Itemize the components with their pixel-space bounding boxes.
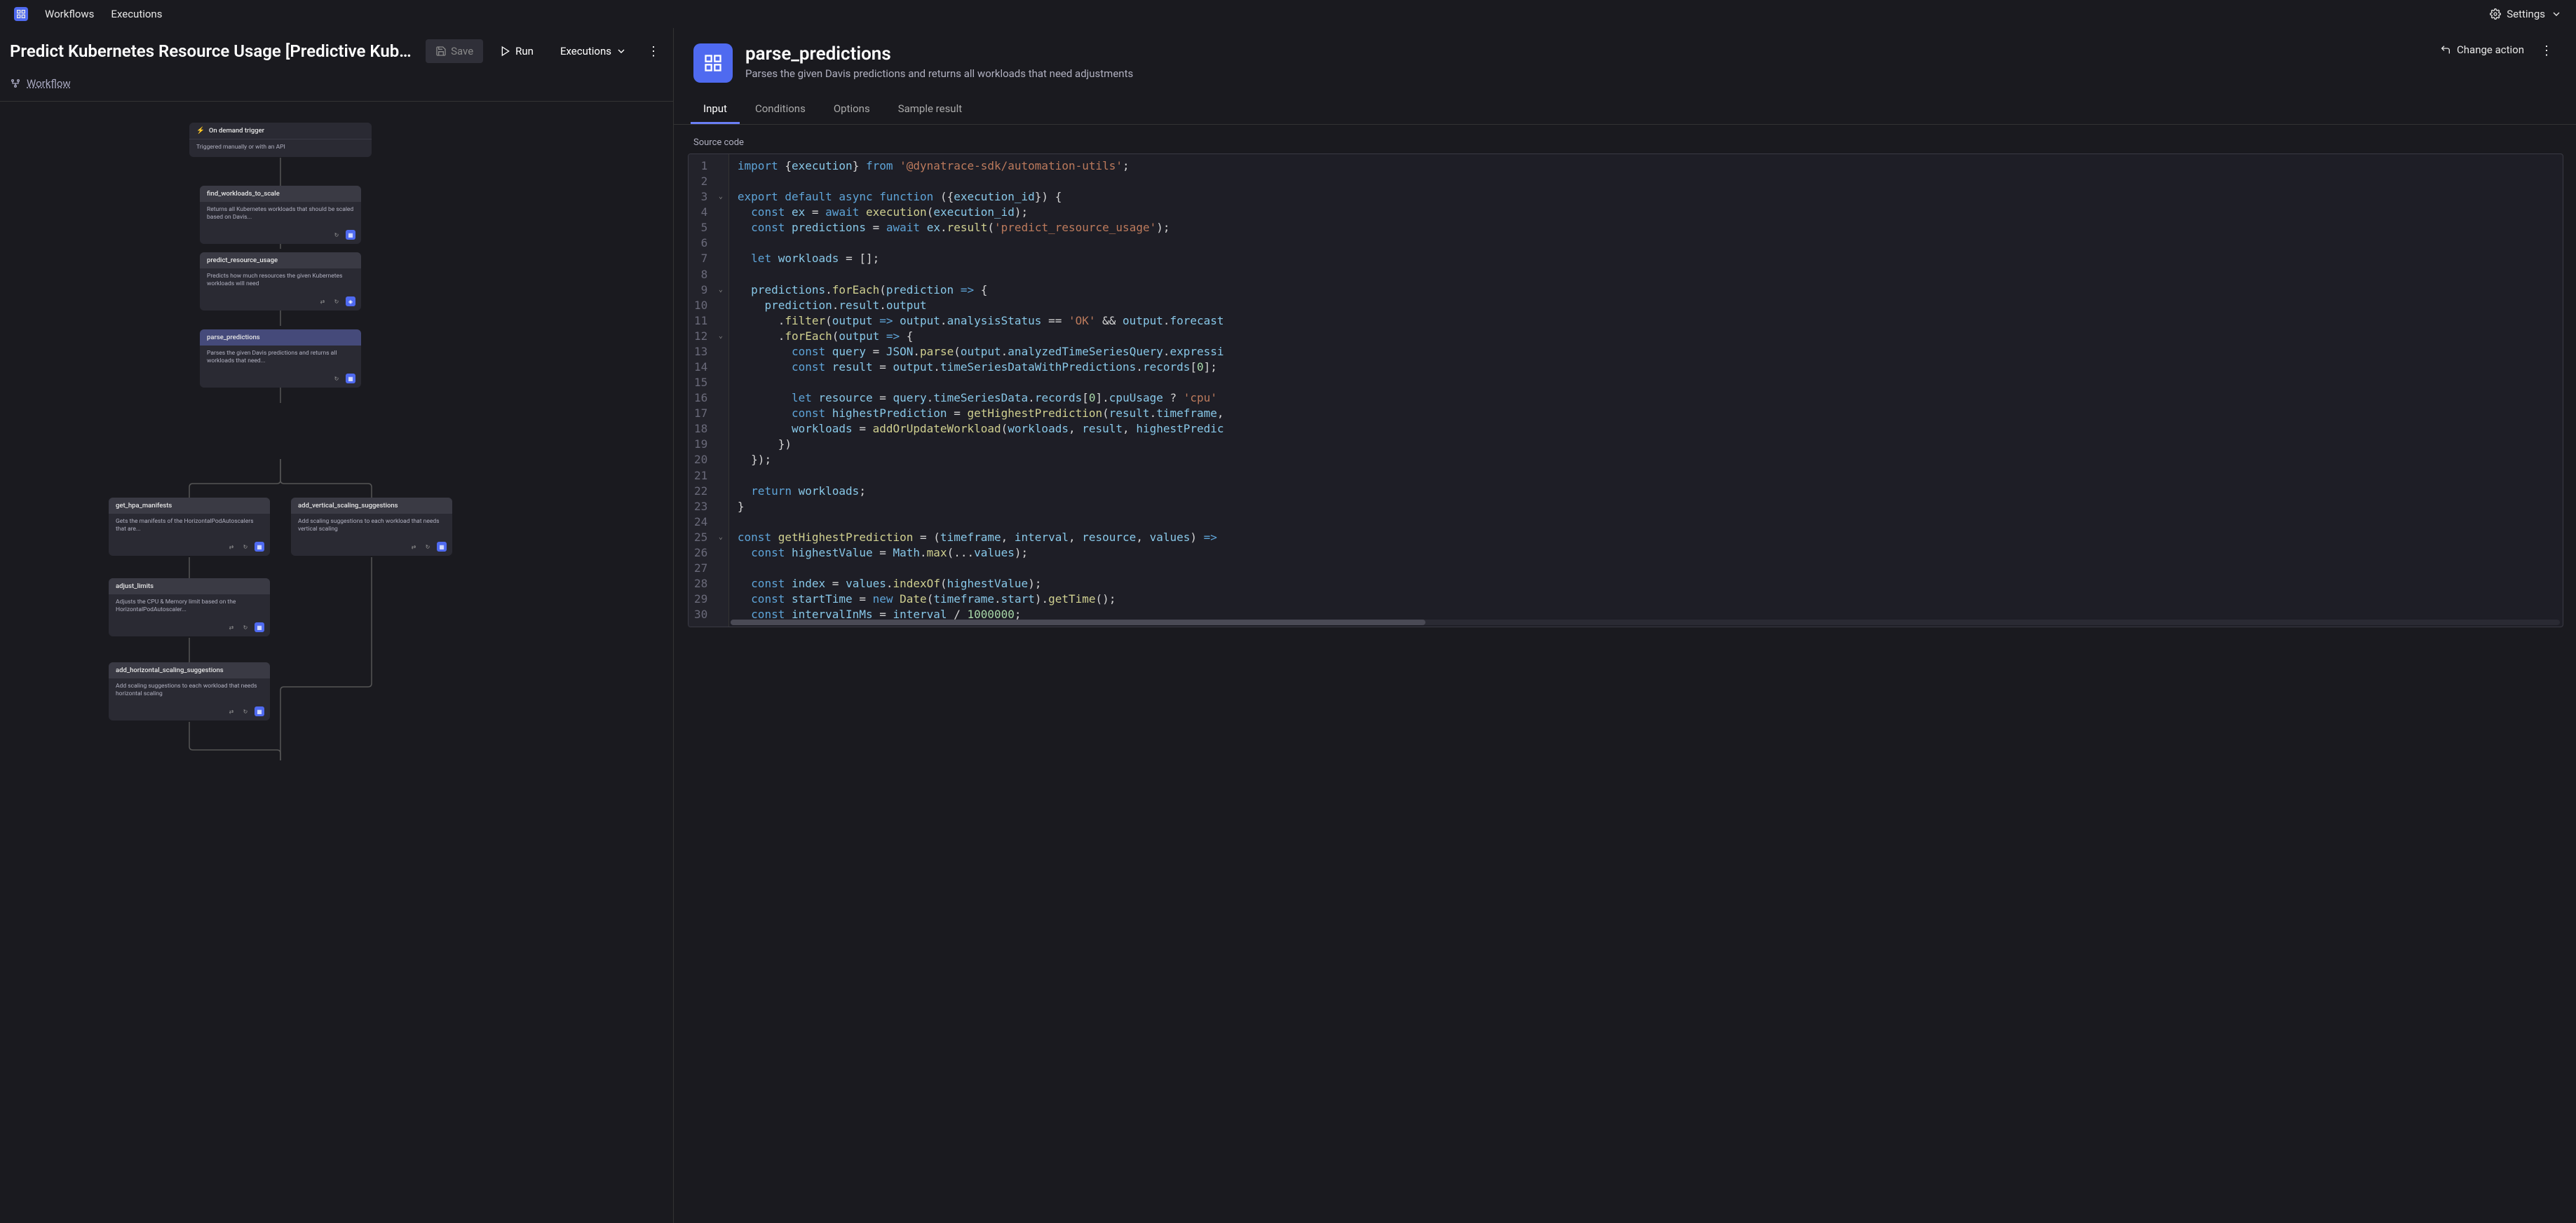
source-code-label: Source code bbox=[674, 125, 2576, 153]
retry-icon: ↻ bbox=[332, 296, 341, 306]
retry-icon: ↻ bbox=[240, 622, 250, 632]
nav-right: Settings bbox=[2490, 8, 2562, 20]
node-trigger[interactable]: ⚡On demand trigger Triggered manually or… bbox=[189, 123, 372, 157]
panel-more-button[interactable]: ⋮ bbox=[2537, 43, 2556, 58]
run-button[interactable]: Run bbox=[490, 39, 543, 63]
tab-conditions[interactable]: Conditions bbox=[743, 95, 818, 124]
change-action-button[interactable]: Change action bbox=[2440, 43, 2524, 56]
nav-workflows[interactable]: Workflows bbox=[45, 8, 94, 20]
horizontal-scrollbar[interactable] bbox=[731, 620, 2560, 625]
scrollbar-thumb[interactable] bbox=[731, 620, 1425, 625]
node-type-icon: ▦ bbox=[255, 542, 264, 552]
node-type-icon: ▦ bbox=[437, 542, 447, 552]
details-pane: parse_predictions Parses the given Davis… bbox=[673, 28, 2576, 1223]
save-button[interactable]: Save bbox=[426, 39, 483, 63]
workflow-pane: Predict Kubernetes Resource Usage [Predi… bbox=[0, 28, 673, 1223]
nav-executions[interactable]: Executions bbox=[111, 8, 162, 20]
retry-icon: ↻ bbox=[332, 374, 341, 383]
top-bar: Workflows Executions Settings bbox=[0, 0, 2576, 28]
retry-icon: ↻ bbox=[240, 706, 250, 716]
action-type-icon bbox=[693, 43, 733, 83]
panel-tabs: Input Conditions Options Sample result bbox=[674, 83, 2576, 125]
link-icon: ⇄ bbox=[409, 542, 419, 552]
node-type-icon: ▦ bbox=[255, 706, 264, 716]
node-adjust-limits[interactable]: adjust_limits Adjusts the CPU & Memory l… bbox=[109, 578, 270, 636]
panel-title: parse_predictions bbox=[745, 43, 2427, 64]
tab-sample-result[interactable]: Sample result bbox=[886, 95, 975, 124]
link-icon: ⇄ bbox=[226, 622, 236, 632]
gear-icon bbox=[2490, 8, 2501, 20]
nav-left: Workflows Executions bbox=[14, 7, 162, 21]
breadcrumb-workflow[interactable]: Workflow bbox=[27, 77, 71, 90]
link-icon: ⇄ bbox=[226, 706, 236, 716]
more-menu-button[interactable]: ⋮ bbox=[644, 44, 663, 59]
play-icon bbox=[500, 46, 511, 57]
panel-subtitle: Parses the given Davis predictions and r… bbox=[745, 67, 2427, 80]
tab-input[interactable]: Input bbox=[691, 95, 740, 124]
node-get-hpa[interactable]: get_hpa_manifests Gets the manifests of … bbox=[109, 498, 270, 556]
node-add-vertical[interactable]: add_vertical_scaling_suggestions Add sca… bbox=[291, 498, 452, 556]
save-icon bbox=[435, 46, 447, 57]
tab-options[interactable]: Options bbox=[821, 95, 883, 124]
settings-button[interactable]: Settings bbox=[2490, 8, 2562, 20]
panel-header: parse_predictions Parses the given Davis… bbox=[674, 28, 2576, 83]
code-editor[interactable]: 1 2 3 ⌄4 5 6 7 8 9 ⌄10 11 12 ⌄13 14 15 1… bbox=[688, 153, 2563, 627]
link-icon: ⇄ bbox=[318, 296, 327, 306]
link-icon: ⇄ bbox=[226, 542, 236, 552]
chevron-down-icon bbox=[2551, 8, 2562, 20]
node-parse-predictions[interactable]: parse_predictions Parses the given Davis… bbox=[200, 329, 361, 388]
node-find-workloads[interactable]: find_workloads_to_scale Returns all Kube… bbox=[200, 186, 361, 244]
undo-icon bbox=[2440, 44, 2451, 55]
retry-icon: ↻ bbox=[240, 542, 250, 552]
breadcrumb-row: Workflow bbox=[0, 71, 673, 102]
node-type-icon: ▦ bbox=[255, 622, 264, 632]
code-body[interactable]: import {execution} from '@dynatrace-sdk/… bbox=[729, 154, 2563, 627]
node-type-icon: ▦ bbox=[346, 230, 355, 240]
retry-icon: ↻ bbox=[423, 542, 433, 552]
workflow-header: Predict Kubernetes Resource Usage [Predi… bbox=[0, 28, 673, 71]
node-type-icon: ▦ bbox=[346, 374, 355, 383]
bolt-icon: ⚡ bbox=[196, 127, 205, 135]
workflow-icon bbox=[10, 78, 21, 89]
line-gutter: 1 2 3 ⌄4 5 6 7 8 9 ⌄10 11 12 ⌄13 14 15 1… bbox=[689, 154, 729, 627]
executions-dropdown[interactable]: Executions bbox=[550, 39, 637, 63]
settings-label: Settings bbox=[2507, 8, 2545, 20]
node-add-horizontal[interactable]: add_horizontal_scaling_suggestions Add s… bbox=[109, 662, 270, 720]
workflow-canvas[interactable]: ⚡On demand trigger Triggered manually or… bbox=[0, 102, 673, 1205]
chevron-down-icon bbox=[616, 46, 627, 57]
workflow-title: Predict Kubernetes Resource Usage [Predi… bbox=[10, 41, 419, 61]
node-type-icon: ◈ bbox=[346, 296, 355, 306]
retry-icon: ↻ bbox=[332, 230, 341, 240]
node-predict-resource[interactable]: predict_resource_usage Predicts how much… bbox=[200, 252, 361, 310]
app-logo-icon[interactable] bbox=[14, 7, 28, 21]
